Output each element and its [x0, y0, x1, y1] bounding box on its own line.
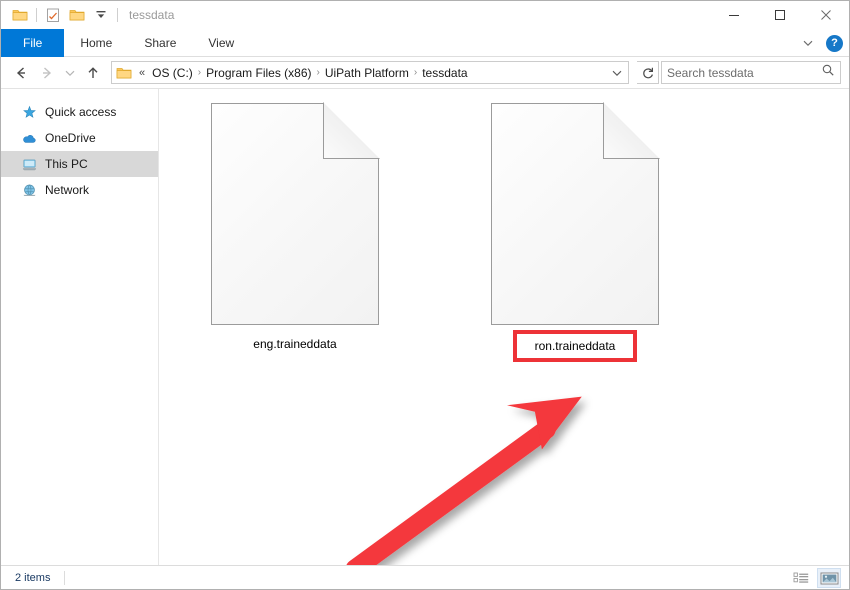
sidebar-item-onedrive[interactable]: OneDrive [1, 125, 158, 151]
file-item-ron[interactable]: ron.traineddata [489, 103, 661, 362]
tab-file[interactable]: File [1, 29, 64, 57]
sidebar-label-onedrive: OneDrive [45, 131, 96, 145]
properties-icon[interactable] [42, 4, 64, 26]
file-icon [211, 103, 379, 325]
breadcrumb-separator-1[interactable]: › [196, 67, 203, 78]
file-explorer-window: tessdata File Home Share View ? [0, 0, 850, 590]
file-label-highlighted[interactable]: ron.traineddata [513, 330, 638, 362]
address-bar: « OS (C:) › Program Files (x86) › UiPath… [1, 57, 849, 89]
breadcrumb-item-program-files[interactable]: Program Files (x86) [203, 66, 314, 80]
tab-home[interactable]: Home [64, 29, 128, 57]
back-button[interactable] [9, 61, 33, 85]
help-icon[interactable]: ? [826, 35, 843, 52]
cloud-icon [21, 130, 37, 146]
breadcrumb-item-tessdata[interactable]: tessdata [419, 66, 470, 80]
breadcrumb-separator-2[interactable]: › [315, 67, 322, 78]
navigation-pane: Quick access OneDrive Th [1, 89, 159, 565]
recent-locations-icon[interactable] [61, 61, 79, 85]
chevron-down-icon[interactable] [800, 35, 816, 51]
sidebar-item-quick-access[interactable]: Quick access [1, 99, 158, 125]
tab-share[interactable]: Share [128, 29, 192, 57]
file-label[interactable]: eng.traineddata [253, 337, 336, 351]
folder-icon[interactable] [9, 4, 31, 26]
folder-icon-breadcrumb [116, 65, 132, 81]
breadcrumb-item-os-c[interactable]: OS (C:) [149, 66, 196, 80]
details-view-button[interactable] [789, 568, 813, 588]
search-box[interactable] [661, 61, 841, 84]
window-title: tessdata [129, 8, 174, 22]
large-icons-view-button[interactable] [817, 568, 841, 588]
monitor-icon [21, 156, 37, 172]
search-icon[interactable] [821, 63, 835, 82]
close-button[interactable] [803, 1, 849, 29]
forward-button[interactable] [35, 61, 59, 85]
explorer-body: Quick access OneDrive Th [1, 89, 849, 565]
tab-view[interactable]: View [192, 29, 250, 57]
search-input[interactable] [667, 66, 821, 80]
qat-divider-2 [117, 8, 118, 22]
minimize-button[interactable] [711, 1, 757, 29]
breadcrumb-dropdown-icon[interactable] [608, 67, 626, 79]
window-controls [711, 1, 849, 29]
sidebar-label-quick-access: Quick access [45, 105, 116, 119]
status-divider [64, 571, 65, 585]
ribbon-tabs: File Home Share View ? [1, 29, 849, 57]
breadcrumb[interactable]: « OS (C:) › Program Files (x86) › UiPath… [111, 61, 629, 84]
breadcrumb-separator-3[interactable]: › [412, 67, 419, 78]
globe-icon [21, 182, 37, 198]
file-item-eng[interactable]: eng.traineddata [209, 103, 381, 362]
status-bar: 2 items [1, 565, 849, 589]
breadcrumb-item-uipath-platform[interactable]: UiPath Platform [322, 66, 412, 80]
sidebar-label-this-pc: This PC [45, 157, 88, 171]
file-icon [491, 103, 659, 325]
refresh-button[interactable] [637, 61, 659, 84]
file-list-pane[interactable]: eng.traineddata ron.traineddata [159, 89, 849, 565]
sidebar-label-network: Network [45, 183, 89, 197]
new-folder-icon[interactable] [66, 4, 88, 26]
view-toggle-group [789, 566, 841, 590]
sidebar-item-network[interactable]: Network [1, 177, 158, 203]
qat-divider [36, 8, 37, 22]
file-grid: eng.traineddata ron.traineddata [159, 89, 849, 362]
title-bar: tessdata [1, 1, 849, 29]
maximize-button[interactable] [757, 1, 803, 29]
breadcrumb-overflow[interactable]: « [135, 67, 149, 79]
item-count-label: 2 items [1, 572, 50, 584]
sidebar-item-this-pc[interactable]: This PC [1, 151, 158, 177]
customize-dropdown-icon[interactable] [90, 4, 112, 26]
up-button[interactable] [81, 61, 105, 85]
star-icon [21, 104, 37, 120]
ribbon-right-controls: ? [800, 29, 843, 57]
quick-access-toolbar: tessdata [1, 4, 174, 26]
